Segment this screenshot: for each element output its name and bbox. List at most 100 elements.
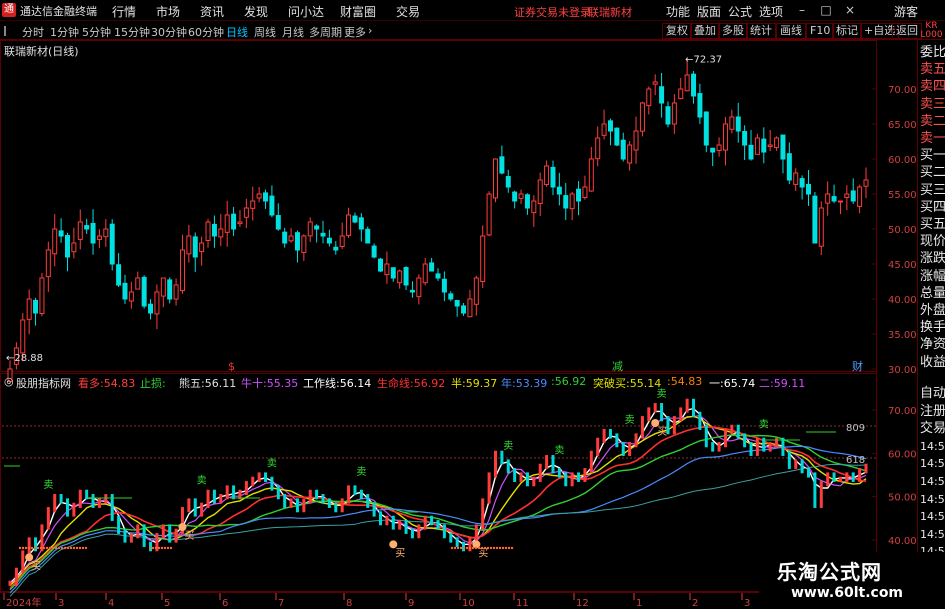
- menu-discover[interactable]: 发现: [244, 3, 268, 20]
- candle-body: [703, 111, 709, 146]
- chart-event-marker: 财: [852, 359, 863, 373]
- indicator-name[interactable]: 股朋指标网: [16, 375, 71, 391]
- side-panel-item[interactable]: 外盘: [920, 302, 945, 319]
- period-more[interactable]: 更多: [344, 24, 366, 40]
- menu-market[interactable]: 市场: [156, 3, 180, 20]
- watermark-url: www.60lt.com: [791, 585, 904, 601]
- candle-body: [761, 138, 767, 153]
- chart-canvas[interactable]: ←72.37←28.88$ 减财买买买 买买卖 卖卖卖卖 卖卖卖卖 70.0065.00…: [0, 40, 917, 609]
- orange-dot-band: [163, 546, 167, 550]
- indicator-candle: [672, 416, 676, 435]
- menu-ask[interactable]: 问小达: [288, 3, 324, 20]
- side-panel-item[interactable]: 14:56: [920, 526, 945, 543]
- side-panel-item[interactable]: 总量: [920, 285, 945, 302]
- indicator-candle: [430, 515, 434, 526]
- chevron-right-icon[interactable]: ›: [368, 24, 372, 37]
- indicator-candle: [634, 433, 638, 448]
- adjust-button[interactable]: 复权: [662, 23, 692, 39]
- indicator-value: 半:59.37: [451, 377, 498, 390]
- period-monthly[interactable]: 月线: [282, 24, 304, 40]
- menu-news[interactable]: 资讯: [200, 3, 224, 20]
- orange-dot-band: [459, 546, 463, 550]
- menu-quotes[interactable]: 行情: [112, 3, 136, 20]
- x-axis-label: 3: [744, 598, 750, 609]
- side-panel-item[interactable]: 14:56: [920, 473, 945, 490]
- side-panel-item[interactable]: 注册: [920, 403, 945, 420]
- indicator-settings-icon[interactable]: ◎: [4, 375, 14, 388]
- menu-trade[interactable]: 交易: [396, 3, 420, 20]
- side-panel-item[interactable]: 买三: [920, 182, 945, 199]
- side-panel-item[interactable]: 买四: [920, 199, 945, 216]
- side-panel-item[interactable]: 涨幅: [920, 268, 945, 285]
- menu-layout[interactable]: 版面: [697, 3, 721, 20]
- side-panel-item[interactable]: 委比: [920, 44, 945, 61]
- menu-formula[interactable]: 公式: [728, 3, 752, 20]
- side-panel-item[interactable]: 买二: [920, 164, 945, 181]
- period-daily[interactable]: 日线: [226, 24, 248, 40]
- side-panel-item[interactable]: 卖五: [920, 61, 945, 78]
- side-panel-item[interactable]: 卖二: [920, 113, 945, 130]
- buy-signal-label: 买: [31, 560, 41, 572]
- indicator-candle: [340, 498, 344, 513]
- draw-line-button[interactable]: 画线: [776, 23, 806, 39]
- period-30min[interactable]: 30分钟: [151, 24, 187, 40]
- side-panel-item[interactable]: 14:56: [920, 491, 945, 508]
- period-1min[interactable]: 1分钟: [50, 24, 79, 40]
- side-panel-item[interactable]: 现价: [920, 233, 945, 250]
- overlay-button[interactable]: 叠加: [690, 23, 720, 39]
- statistics-button[interactable]: 统计: [746, 23, 776, 39]
- menu-function[interactable]: 功能: [666, 3, 690, 20]
- quote-side-panel: 委比 卖五 卖四 卖三 卖二 卖一 买一 买二 买三 买四 买五 现价 涨跌 涨幅 总量 外盘 换手 净资 收益自动…: [917, 40, 945, 609]
- sell-signal-label: 卖: [503, 440, 513, 452]
- side-panel-item[interactable]: 14:56: [920, 508, 945, 525]
- candle-body: [39, 277, 45, 315]
- indicator-candle: [583, 468, 587, 482]
- maximize-icon[interactable]: □: [818, 2, 834, 18]
- period-multi[interactable]: 多周期: [309, 24, 342, 40]
- period-weekly[interactable]: 周线: [254, 24, 276, 40]
- side-panel-item[interactable]: 涨跌: [920, 250, 945, 267]
- period-60min[interactable]: 60分钟: [188, 24, 224, 40]
- side-panel-item[interactable]: 卖三: [920, 96, 945, 113]
- candle-body: [499, 156, 505, 174]
- indicator-candle: [813, 472, 817, 508]
- indicator-candle: [334, 502, 338, 513]
- side-panel-item[interactable]: 14:56: [920, 455, 945, 472]
- period-intraday[interactable]: 分时: [22, 24, 44, 40]
- side-panel-item[interactable]: 卖一: [920, 130, 945, 147]
- f10-button[interactable]: F10: [806, 23, 835, 39]
- side-panel-item[interactable]: 净资: [920, 336, 945, 353]
- minimize-icon[interactable]: –: [794, 2, 810, 18]
- indicator-candle: [800, 459, 804, 474]
- candle-body: [326, 237, 332, 244]
- candle-body: [103, 228, 109, 238]
- login-notice[interactable]: 证券交易未登录: [514, 4, 591, 20]
- period-15min[interactable]: 15分钟: [114, 24, 150, 40]
- side-panel-item[interactable]: 14:56: [920, 438, 945, 455]
- guest-login[interactable]: 游客: [894, 3, 918, 20]
- indicator-candle: [359, 489, 363, 500]
- side-panel-item[interactable]: 自动: [920, 385, 945, 402]
- main-y-tick-label: 70.00: [888, 85, 917, 96]
- menu-options[interactable]: 选项: [759, 3, 783, 20]
- indicator-candle: [244, 481, 248, 495]
- mark-button[interactable]: 标记: [832, 23, 862, 39]
- multi-stock-button[interactable]: 多股: [718, 23, 748, 39]
- period-5min[interactable]: 5分钟: [82, 24, 111, 40]
- side-panel-item[interactable]: 买五: [920, 216, 945, 233]
- orange-dot-band: [507, 546, 511, 550]
- side-panel-item[interactable]: 换手: [920, 319, 945, 336]
- candle-body: [384, 263, 390, 276]
- candle-body: [263, 192, 269, 202]
- side-panel-item[interactable]: 买一: [920, 147, 945, 164]
- indicator-candle: [219, 494, 223, 504]
- candle-body: [461, 305, 467, 314]
- close-icon[interactable]: ×: [842, 2, 858, 18]
- candle-body: [537, 179, 543, 204]
- menu-wealth-circle[interactable]: 财富圈: [340, 3, 376, 20]
- side-panel-item[interactable]: 卖四: [920, 78, 945, 95]
- stock-name-link[interactable]: 联瑞新材: [588, 4, 632, 20]
- side-panel-item[interactable]: 收益: [920, 354, 945, 371]
- side-panel-item[interactable]: 交易: [920, 420, 945, 437]
- indicator-value: 一:65.74: [709, 377, 756, 390]
